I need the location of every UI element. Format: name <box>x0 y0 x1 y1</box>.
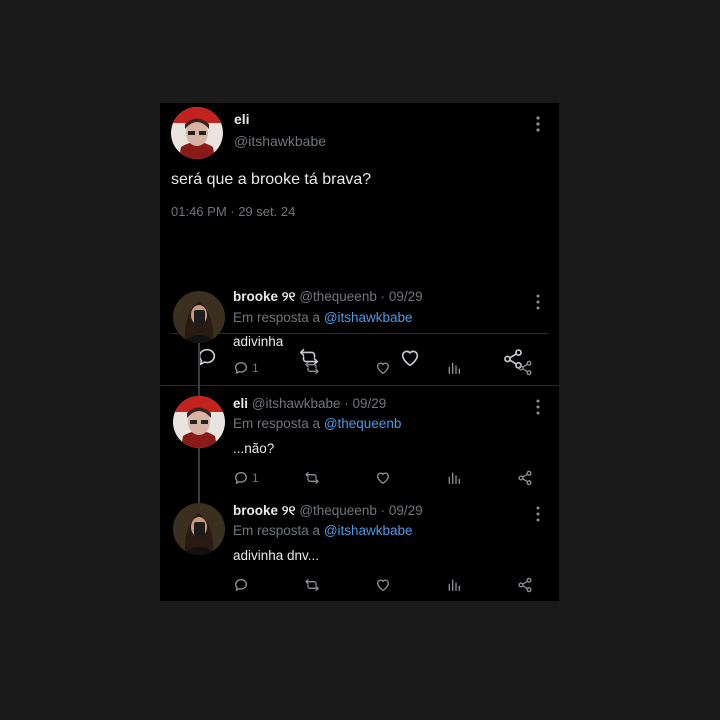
views-button[interactable] <box>446 359 462 377</box>
reply-text: ...não? <box>233 441 275 456</box>
share-button[interactable] <box>517 359 533 377</box>
share-button[interactable] <box>517 576 533 594</box>
more-options-icon[interactable] <box>531 292 545 312</box>
reply-header: brooke ୨୧ @thequeenb · 09/29 <box>233 289 423 305</box>
reply-author-name[interactable]: eli <box>233 396 248 411</box>
retweet-icon <box>305 472 319 484</box>
author-handle[interactable]: @itshawkbabe <box>234 133 326 149</box>
more-options-icon[interactable] <box>531 504 545 524</box>
retweet-button[interactable] <box>304 359 320 377</box>
reply-count: 1 <box>252 361 259 375</box>
reply-author-name[interactable]: brooke <box>233 289 278 304</box>
reply-tweet[interactable]: eli @itshawkbabe · 09/29 Em resposta a @… <box>160 386 559 493</box>
views-icon <box>448 472 460 484</box>
like-icon <box>377 579 389 591</box>
reply-text: adivinha <box>233 334 284 349</box>
views-icon <box>448 362 460 374</box>
reply-icon <box>235 362 247 374</box>
reply-count: 1 <box>252 471 259 485</box>
reply-icon <box>235 579 247 591</box>
avatar-brooke[interactable] <box>173 291 225 343</box>
like-button[interactable] <box>375 469 391 487</box>
tweet-text: será que a brooke tá brava? <box>171 171 372 188</box>
avatar-brooke[interactable] <box>173 503 225 555</box>
thread-line <box>198 341 200 386</box>
reply-context: Em resposta a @itshawkbabe <box>233 523 413 538</box>
share-icon <box>518 360 532 376</box>
views-icon <box>448 579 460 591</box>
reply-context: Em resposta a @itshawkbabe <box>233 310 413 325</box>
thread-line <box>198 448 200 493</box>
retweet-button[interactable] <box>304 576 320 594</box>
reply-handle-date[interactable]: @thequeenb · 09/29 <box>299 289 422 304</box>
main-tweet[interactable]: eli @itshawkbabe será que a brooke tá br… <box>160 103 559 369</box>
views-button[interactable] <box>446 576 462 594</box>
views-button[interactable] <box>446 469 462 487</box>
reply-prefix: Em resposta a <box>233 523 321 538</box>
retweet-icon <box>305 579 319 591</box>
tweet-thread-card: eli @itshawkbabe será que a brooke tá br… <box>160 103 559 601</box>
reply-to-link[interactable]: @itshawkbabe <box>324 523 413 538</box>
reply-icon <box>235 472 247 484</box>
reply-to-link[interactable]: @itshawkbabe <box>324 310 413 325</box>
reply-author-name[interactable]: brooke <box>233 503 278 518</box>
retweet-button[interactable] <box>304 469 320 487</box>
avatar-eli[interactable] <box>171 107 223 159</box>
like-icon <box>377 362 389 374</box>
reply-to-link[interactable]: @thequeenb <box>324 416 402 431</box>
more-options-icon[interactable] <box>531 397 545 417</box>
reply-actions: 1 <box>233 359 543 377</box>
reply-prefix: Em resposta a <box>233 310 321 325</box>
name-decoration: ୨୧ <box>281 289 296 304</box>
reply-button[interactable]: 1 <box>233 359 259 377</box>
avatar-eli[interactable] <box>173 396 225 448</box>
more-options-icon[interactable] <box>531 114 545 134</box>
reply-tweet[interactable]: brooke ୨୧ @thequeenb · 09/29 Em resposta… <box>160 493 559 600</box>
reply-spacer <box>160 600 559 601</box>
reply-context: Em resposta a @thequeenb <box>233 416 401 431</box>
reply-button[interactable]: 1 <box>233 469 259 487</box>
retweet-icon <box>305 362 319 374</box>
reply-button[interactable] <box>233 576 252 594</box>
name-decoration: ୨୧ <box>281 503 296 518</box>
thread-line <box>198 493 200 503</box>
like-button[interactable] <box>375 359 391 377</box>
reply-actions: 1 <box>233 469 543 487</box>
reply-header: brooke ୨୧ @thequeenb · 09/29 <box>233 503 423 519</box>
reply-handle-date[interactable]: @itshawkbabe · 09/29 <box>252 396 387 411</box>
like-icon <box>377 472 389 484</box>
tweet-timestamp: 01:46 PM · 29 set. 24 <box>171 204 296 219</box>
reply-handle-date[interactable]: @thequeenb · 09/29 <box>299 503 422 518</box>
share-icon <box>518 470 532 486</box>
reply-prefix: Em resposta a <box>233 416 321 431</box>
thread-line <box>198 386 200 396</box>
reply-header: eli @itshawkbabe · 09/29 <box>233 396 386 411</box>
author-name[interactable]: eli <box>234 111 250 127</box>
reply-tweet[interactable]: brooke ୨୧ @thequeenb · 09/29 Em resposta… <box>160 279 559 386</box>
share-icon <box>518 577 532 593</box>
share-button[interactable] <box>517 469 533 487</box>
like-button[interactable] <box>375 576 391 594</box>
reply-actions <box>233 576 543 594</box>
reply-text: adivinha dnv... <box>233 548 320 563</box>
